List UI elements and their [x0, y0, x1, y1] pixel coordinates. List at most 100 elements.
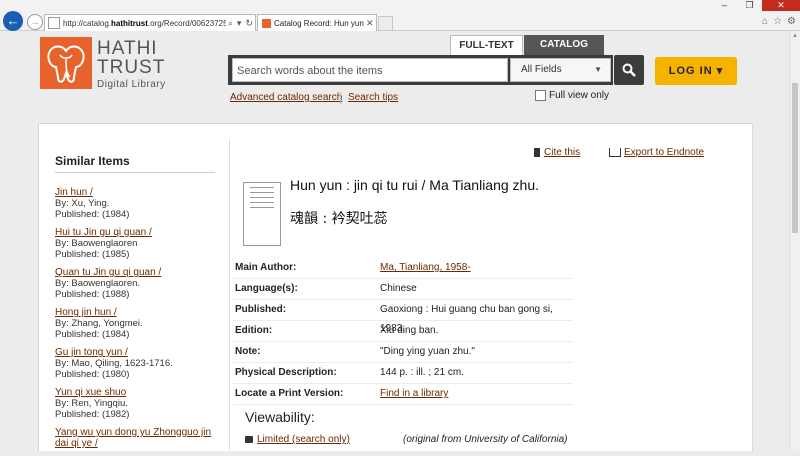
scroll-up-icon[interactable]: ▲: [792, 33, 798, 39]
table-row: Note: "Ding ying yuan zhu.": [233, 342, 573, 363]
search-field-select[interactable]: All Fields ▼: [510, 58, 611, 82]
field-value: 144 p. : ill. ; 21 cm.: [380, 367, 464, 378]
field-value: Chinese: [380, 283, 417, 294]
similar-item-link[interactable]: Yun qi xue shuo: [55, 387, 225, 398]
bookmark-icon: [534, 148, 540, 157]
similar-item-published: Published: (1985): [55, 249, 130, 260]
cite-this-label: Cite this: [544, 147, 581, 158]
table-row: Locate a Print Version: Find in a librar…: [233, 384, 573, 405]
similar-item-published: Published: (1982): [55, 409, 130, 420]
record-details-table: Main Author: Ma, Tianliang, 1958- Langua…: [233, 258, 573, 405]
record-title-cjk: 魂韻 : 衿契吐蕊: [290, 211, 388, 227]
brand-trust: TRUST: [97, 57, 166, 78]
find-in-library-link[interactable]: Find in a library: [380, 384, 573, 404]
minimize-icon[interactable]: –: [712, 0, 737, 11]
similar-item-published: Published: (1984): [55, 329, 130, 340]
login-label: LOG IN: [668, 65, 713, 77]
new-tab-button[interactable]: [378, 16, 393, 31]
brand-hathi: HATHI: [97, 38, 158, 59]
field-label: Locate a Print Version:: [235, 388, 344, 399]
field-label: Edition:: [235, 325, 273, 336]
tab-catalog[interactable]: CATALOG: [524, 35, 604, 55]
address-search-icon[interactable]: ⌕: [226, 18, 235, 29]
tab-close-icon[interactable]: ✕: [366, 18, 376, 29]
window-controls: – ❐ ✕: [712, 0, 800, 11]
home-icon[interactable]: ⌂: [762, 16, 768, 27]
main-author-link[interactable]: Ma, Tianliang, 1958-: [380, 258, 573, 278]
tab-title: Catalog Record: Hun yun : j...: [274, 19, 366, 28]
similar-item-published: Published: (1980): [55, 369, 130, 380]
forward-arrow-icon[interactable]: →: [27, 14, 43, 30]
export-endnote-link[interactable]: Export to Endnote: [609, 147, 704, 158]
list-item: Jin hun / By: Xu, Ying. Published: (1984…: [55, 187, 225, 220]
similar-item-link[interactable]: Gu jin tong yun /: [55, 347, 225, 358]
list-item: Yun qi xue shuo By: Ren, Yingqiu. Publis…: [55, 387, 225, 420]
export-icon: [609, 148, 621, 157]
list-item: Hui tu Jin gu qi guan / By: Baowenglaore…: [55, 227, 225, 260]
similar-item-link[interactable]: Quan tu Jin gu qi guan /: [55, 267, 225, 278]
limited-search-link[interactable]: Limited (search only): [245, 434, 350, 445]
brand-digital-library: Digital Library: [97, 79, 166, 90]
settings-gear-icon[interactable]: ⚙: [787, 16, 796, 27]
list-item: Hong jin hun / By: Zhang, Yongmei. Publi…: [55, 307, 225, 340]
field-value: Xiu ding ban.: [380, 325, 439, 336]
similar-item-author: By: Xu, Ying.: [55, 198, 110, 209]
search-button[interactable]: [614, 55, 644, 85]
browser-tab[interactable]: Catalog Record: Hun yun : j... ✕: [257, 14, 377, 32]
full-view-checkbox[interactable]: [535, 90, 546, 101]
scrollbar-thumb[interactable]: [792, 83, 798, 233]
limited-label: Limited (search only): [257, 434, 350, 445]
page-icon: [48, 17, 60, 29]
tab-full-text[interactable]: FULL-TEXT: [450, 35, 523, 56]
refresh-icon[interactable]: ↻: [243, 18, 255, 29]
similar-item-link[interactable]: Yang wu yun dong yu Zhongguo jin dai qi …: [55, 427, 225, 449]
similar-item-link[interactable]: Hui tu Jin gu qi guan /: [55, 227, 225, 238]
table-row: Physical Description: 144 p. : ill. ; 21…: [233, 363, 573, 384]
login-dropdown-icon: ▾: [716, 65, 724, 77]
similar-items-list: Jin hun / By: Xu, Ying. Published: (1984…: [55, 187, 225, 449]
search-tips-link[interactable]: Search tips: [348, 92, 398, 103]
hathitrust-favicon-icon: [262, 19, 271, 28]
full-view-only-toggle[interactable]: Full view only: [535, 90, 609, 101]
similar-item-author: By: Ren, Yingqiu.: [55, 398, 128, 409]
export-endnote-label: Export to Endnote: [624, 147, 705, 158]
panel-divider: [229, 139, 230, 450]
brand-text[interactable]: HATHI TRUST Digital Library: [97, 39, 166, 90]
book-cover-thumbnail[interactable]: [243, 182, 281, 246]
table-row: Published: Gaoxiong : Hui guang chu ban …: [233, 300, 573, 334]
address-dropdown-icon[interactable]: ▾: [235, 18, 244, 29]
similar-item-author: By: Zhang, Yongmei.: [55, 318, 143, 329]
browser-tools: ⌂ ☆ ⚙: [762, 16, 796, 27]
search-input[interactable]: Search words about the items: [232, 58, 508, 82]
original-source: (original from University of California): [403, 434, 568, 445]
back-arrow-icon[interactable]: ←: [3, 11, 23, 31]
similar-items-heading: Similar Items: [55, 154, 215, 173]
browser-chrome: ← → http://catalog.hathitrust.org/Record…: [0, 0, 800, 32]
window-close-icon[interactable]: ✕: [762, 0, 800, 11]
similar-item-published: Published: (1984): [55, 209, 130, 220]
elephant-logo-icon[interactable]: [40, 37, 92, 89]
similar-item-link[interactable]: Hong jin hun /: [55, 307, 225, 318]
search-icon: [622, 63, 636, 77]
field-value: Gaoxiong : Hui guang chu ban gong si, 19…: [380, 304, 553, 334]
url-text[interactable]: http://catalog.hathitrust.org/Record/006…: [63, 19, 226, 28]
record-title: Hun yun : jin qi tu rui / Ma Tianliang z…: [290, 177, 540, 193]
field-value: "Ding ying yuan zhu.": [380, 346, 475, 357]
field-label: Language(s):: [235, 283, 298, 294]
table-row: Main Author: Ma, Tianliang, 1958-: [233, 258, 573, 279]
advanced-search-link[interactable]: Advanced catalog search: [230, 92, 342, 103]
similar-item-link[interactable]: Jin hun /: [55, 187, 225, 198]
similar-item-published: Published: (1988): [55, 289, 130, 300]
field-label: Published:: [235, 304, 287, 315]
address-bar[interactable]: http://catalog.hathitrust.org/Record/006…: [44, 14, 256, 32]
field-label: Main Author:: [235, 262, 297, 273]
login-button[interactable]: LOG IN ▾: [655, 57, 737, 85]
lock-icon: [245, 436, 253, 443]
cite-this-link[interactable]: Cite this: [534, 147, 580, 158]
favorites-star-icon[interactable]: ☆: [773, 16, 782, 27]
page-scrollbar[interactable]: ▲: [789, 31, 800, 450]
field-label: Note:: [235, 346, 261, 357]
restore-icon[interactable]: ❐: [737, 0, 762, 11]
similar-item-author: By: Baowenglaoren.: [55, 278, 141, 289]
chevron-down-icon: ▼: [594, 65, 602, 74]
